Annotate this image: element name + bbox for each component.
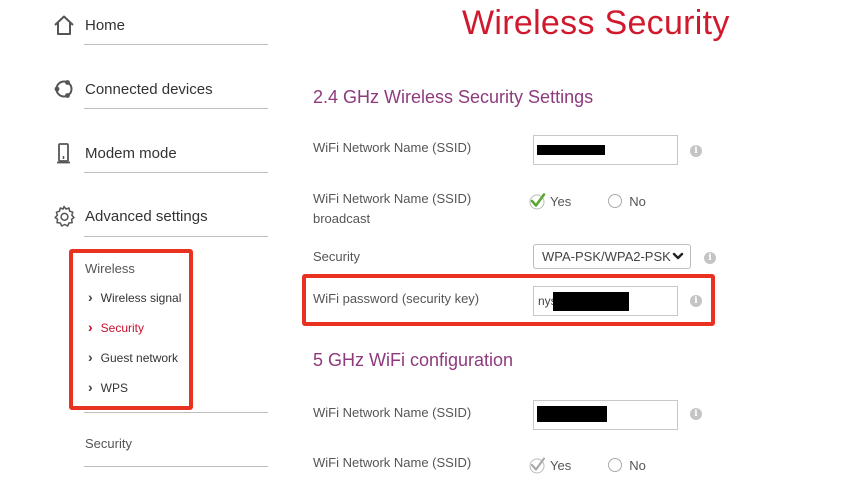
ssid-broadcast-label-2-4ghz: WiFi Network Name (SSID) broadcast — [313, 191, 472, 226]
divider — [84, 412, 268, 413]
section-title-2-4ghz: 2.4 GHz Wireless Security Settings — [313, 87, 594, 107]
redaction-bar — [537, 406, 607, 422]
ssid-input-2-4ghz[interactable] — [533, 135, 678, 165]
broadcast-yes-label: Yes — [550, 457, 572, 473]
highlight-box-password — [302, 274, 715, 326]
divider — [84, 466, 268, 467]
nav-home[interactable]: Home — [53, 14, 268, 36]
nav-connected-devices-label: Connected devices — [85, 80, 213, 98]
modem-icon — [57, 143, 70, 164]
checkmark-icon[interactable] — [528, 192, 546, 210]
home-icon — [54, 15, 74, 35]
ssid-broadcast-options-5ghz: Yes No — [528, 456, 646, 474]
divider — [84, 172, 268, 173]
ssid-label-2-4ghz: WiFi Network Name (SSID) — [313, 140, 472, 155]
info-icon[interactable]: i — [704, 252, 716, 264]
devices-icon — [54, 80, 73, 98]
nav-advanced-settings-label: Advanced settings — [85, 207, 208, 225]
nav-advanced-settings[interactable]: Advanced settings — [53, 205, 268, 227]
divider — [84, 236, 268, 237]
info-icon[interactable]: i — [690, 145, 702, 157]
broadcast-yes-label: Yes — [550, 193, 572, 209]
security-section-header: Security — [85, 436, 132, 451]
broadcast-no-label: No — [629, 193, 646, 209]
ssid-input-5ghz[interactable] — [533, 400, 678, 430]
divider — [84, 108, 268, 109]
checkmark-icon[interactable] — [528, 456, 546, 474]
page-title: Wireless Security — [462, 4, 730, 42]
highlight-box-wireless-menu — [69, 249, 193, 410]
ssid-broadcast-label-5ghz: WiFi Network Name (SSID) — [313, 455, 472, 470]
info-icon[interactable]: i — [690, 408, 702, 420]
redaction-bar — [537, 145, 605, 155]
nav-modem-mode[interactable]: Modem mode — [53, 142, 268, 164]
chevron-down-icon — [672, 252, 684, 260]
nav-home-label: Home — [85, 16, 126, 34]
section-title-5ghz: 5 GHz WiFi configuration — [313, 350, 514, 370]
broadcast-no-label: No — [629, 457, 646, 473]
divider — [84, 44, 268, 45]
nav-modem-mode-label: Modem mode — [85, 144, 177, 162]
ssid-label-5ghz: WiFi Network Name (SSID) — [313, 405, 472, 420]
broadcast-no-radio[interactable] — [608, 458, 623, 472]
ssid-broadcast-options-2-4ghz: Yes No — [528, 192, 646, 210]
nav-connected-devices[interactable]: Connected devices — [53, 78, 268, 100]
security-select[interactable]: WPA-PSK/WPA2-PSK — [533, 244, 691, 269]
security-label: Security — [313, 249, 360, 264]
security-select-value: WPA-PSK/WPA2-PSK — [542, 249, 671, 264]
broadcast-no-radio[interactable] — [608, 194, 623, 208]
gear-icon — [54, 205, 75, 227]
